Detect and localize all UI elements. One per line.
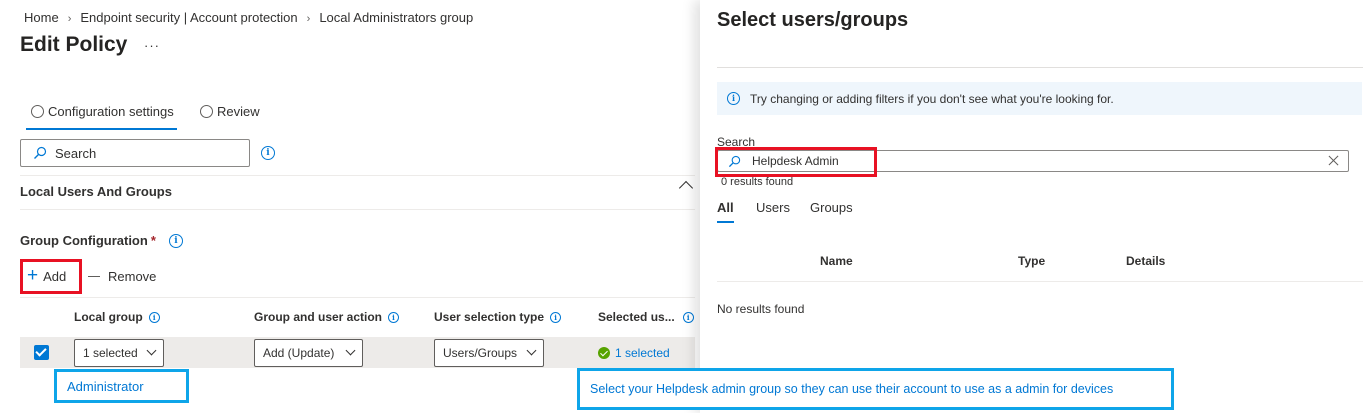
- info-icon: i: [727, 92, 740, 105]
- helpdesk-note-annotation: Select your Helpdesk admin group so they…: [577, 368, 1174, 410]
- action-dropdown[interactable]: Add (Update): [254, 339, 363, 367]
- tab-configuration-settings[interactable]: Configuration settings: [31, 104, 174, 119]
- search-placeholder: Search: [55, 145, 97, 161]
- breadcrumb-local-admins[interactable]: Local Administrators group: [319, 10, 473, 25]
- column-label: Selected us...: [598, 310, 675, 324]
- column-name[interactable]: Name: [820, 254, 853, 268]
- divider: [717, 67, 1363, 68]
- add-label: Add: [43, 268, 67, 284]
- add-button[interactable]: + Add: [27, 265, 67, 286]
- dropdown-value: Users/Groups: [443, 346, 518, 360]
- info-icon[interactable]: i: [261, 146, 275, 160]
- local-group-dropdown[interactable]: 1 selected: [74, 339, 164, 367]
- dropdown-value: Add (Update): [263, 346, 335, 360]
- chevron-down-icon: [526, 345, 537, 356]
- more-options-button[interactable]: ···: [144, 38, 160, 53]
- results-count: 0 results found: [721, 176, 794, 188]
- info-icon[interactable]: i: [169, 234, 183, 248]
- highlight-search: [715, 147, 877, 177]
- info-icon[interactable]: i: [682, 311, 694, 323]
- column-label: Local group: [74, 310, 143, 324]
- panel-title: Select users/groups: [717, 9, 909, 31]
- column-label: Group and user action: [254, 310, 383, 324]
- column-selected-users[interactable]: Selected us... i: [598, 310, 694, 324]
- required-mark: *: [150, 233, 156, 248]
- minus-icon: [88, 276, 100, 277]
- selection-type-dropdown[interactable]: Users/Groups: [434, 339, 544, 367]
- column-label: User selection type: [434, 310, 545, 324]
- divider: [20, 209, 695, 210]
- info-banner: i Try changing or adding filters if you …: [717, 82, 1362, 115]
- column-user-selection-type[interactable]: User selection type i: [434, 310, 562, 324]
- breadcrumb-account-protection[interactable]: Endpoint security | Account protection: [80, 10, 297, 25]
- breadcrumb: Home › Endpoint security | Account protect…: [24, 10, 473, 25]
- radio-icon: [31, 105, 44, 118]
- column-details[interactable]: Details: [1126, 254, 1165, 268]
- group-configuration-text: Group Configuration: [20, 233, 148, 248]
- search-icon: [34, 146, 47, 159]
- chevron-down-icon: [146, 345, 157, 356]
- section-title: Local Users And Groups: [20, 184, 172, 199]
- divider: [20, 175, 695, 176]
- tab-groups[interactable]: Groups: [810, 200, 853, 215]
- selected-count: 1 selected: [615, 346, 670, 360]
- page-title: Edit Policy: [20, 33, 128, 56]
- search-input[interactable]: Search: [20, 139, 250, 167]
- remove-button[interactable]: Remove: [88, 269, 156, 284]
- edit-policy-page: Home › Endpoint security | Account protect…: [0, 0, 700, 413]
- divider: [20, 297, 695, 298]
- column-group-user-action[interactable]: Group and user action i: [254, 310, 400, 324]
- tab-label: Review: [217, 104, 260, 119]
- info-icon[interactable]: i: [148, 311, 160, 323]
- empty-results: No results found: [717, 302, 805, 316]
- plus-icon: +: [27, 265, 39, 286]
- active-tab-indicator: [26, 128, 177, 130]
- tab-users[interactable]: Users: [756, 200, 790, 215]
- check-circle-icon: [598, 347, 610, 359]
- info-icon[interactable]: i: [388, 311, 400, 323]
- row-checkbox[interactable]: [34, 345, 49, 360]
- annotation-text: Select your Helpdesk admin group so they…: [590, 382, 1114, 396]
- close-icon[interactable]: [1327, 154, 1340, 167]
- banner-text: Try changing or adding filters if you do…: [750, 91, 1114, 106]
- group-configuration-label: Group Configuration *: [20, 233, 156, 248]
- remove-label: Remove: [108, 269, 157, 284]
- chevron-right-icon: ›: [67, 13, 72, 25]
- info-icon[interactable]: i: [550, 311, 562, 323]
- chevron-right-icon: ›: [306, 13, 311, 25]
- column-local-group[interactable]: Local group i: [74, 310, 160, 324]
- annotation-text: Administrator: [67, 378, 144, 394]
- radio-icon: [200, 105, 213, 118]
- tab-all[interactable]: All: [717, 200, 734, 215]
- tab-review[interactable]: Review: [200, 104, 260, 119]
- select-users-groups-panel: Select users/groups i Try changing or ad…: [700, 0, 1363, 413]
- column-type[interactable]: Type: [1018, 254, 1045, 268]
- chevron-down-icon: [345, 345, 356, 356]
- chevron-up-icon[interactable]: [678, 180, 694, 196]
- tab-label: Configuration settings: [48, 104, 174, 119]
- dropdown-value: 1 selected: [83, 346, 138, 360]
- breadcrumb-home[interactable]: Home: [24, 10, 59, 25]
- active-tab-indicator: [717, 221, 734, 223]
- selected-users-link[interactable]: 1 selected: [598, 346, 670, 360]
- divider: [717, 281, 1363, 282]
- administrator-annotation: Administrator: [54, 369, 189, 403]
